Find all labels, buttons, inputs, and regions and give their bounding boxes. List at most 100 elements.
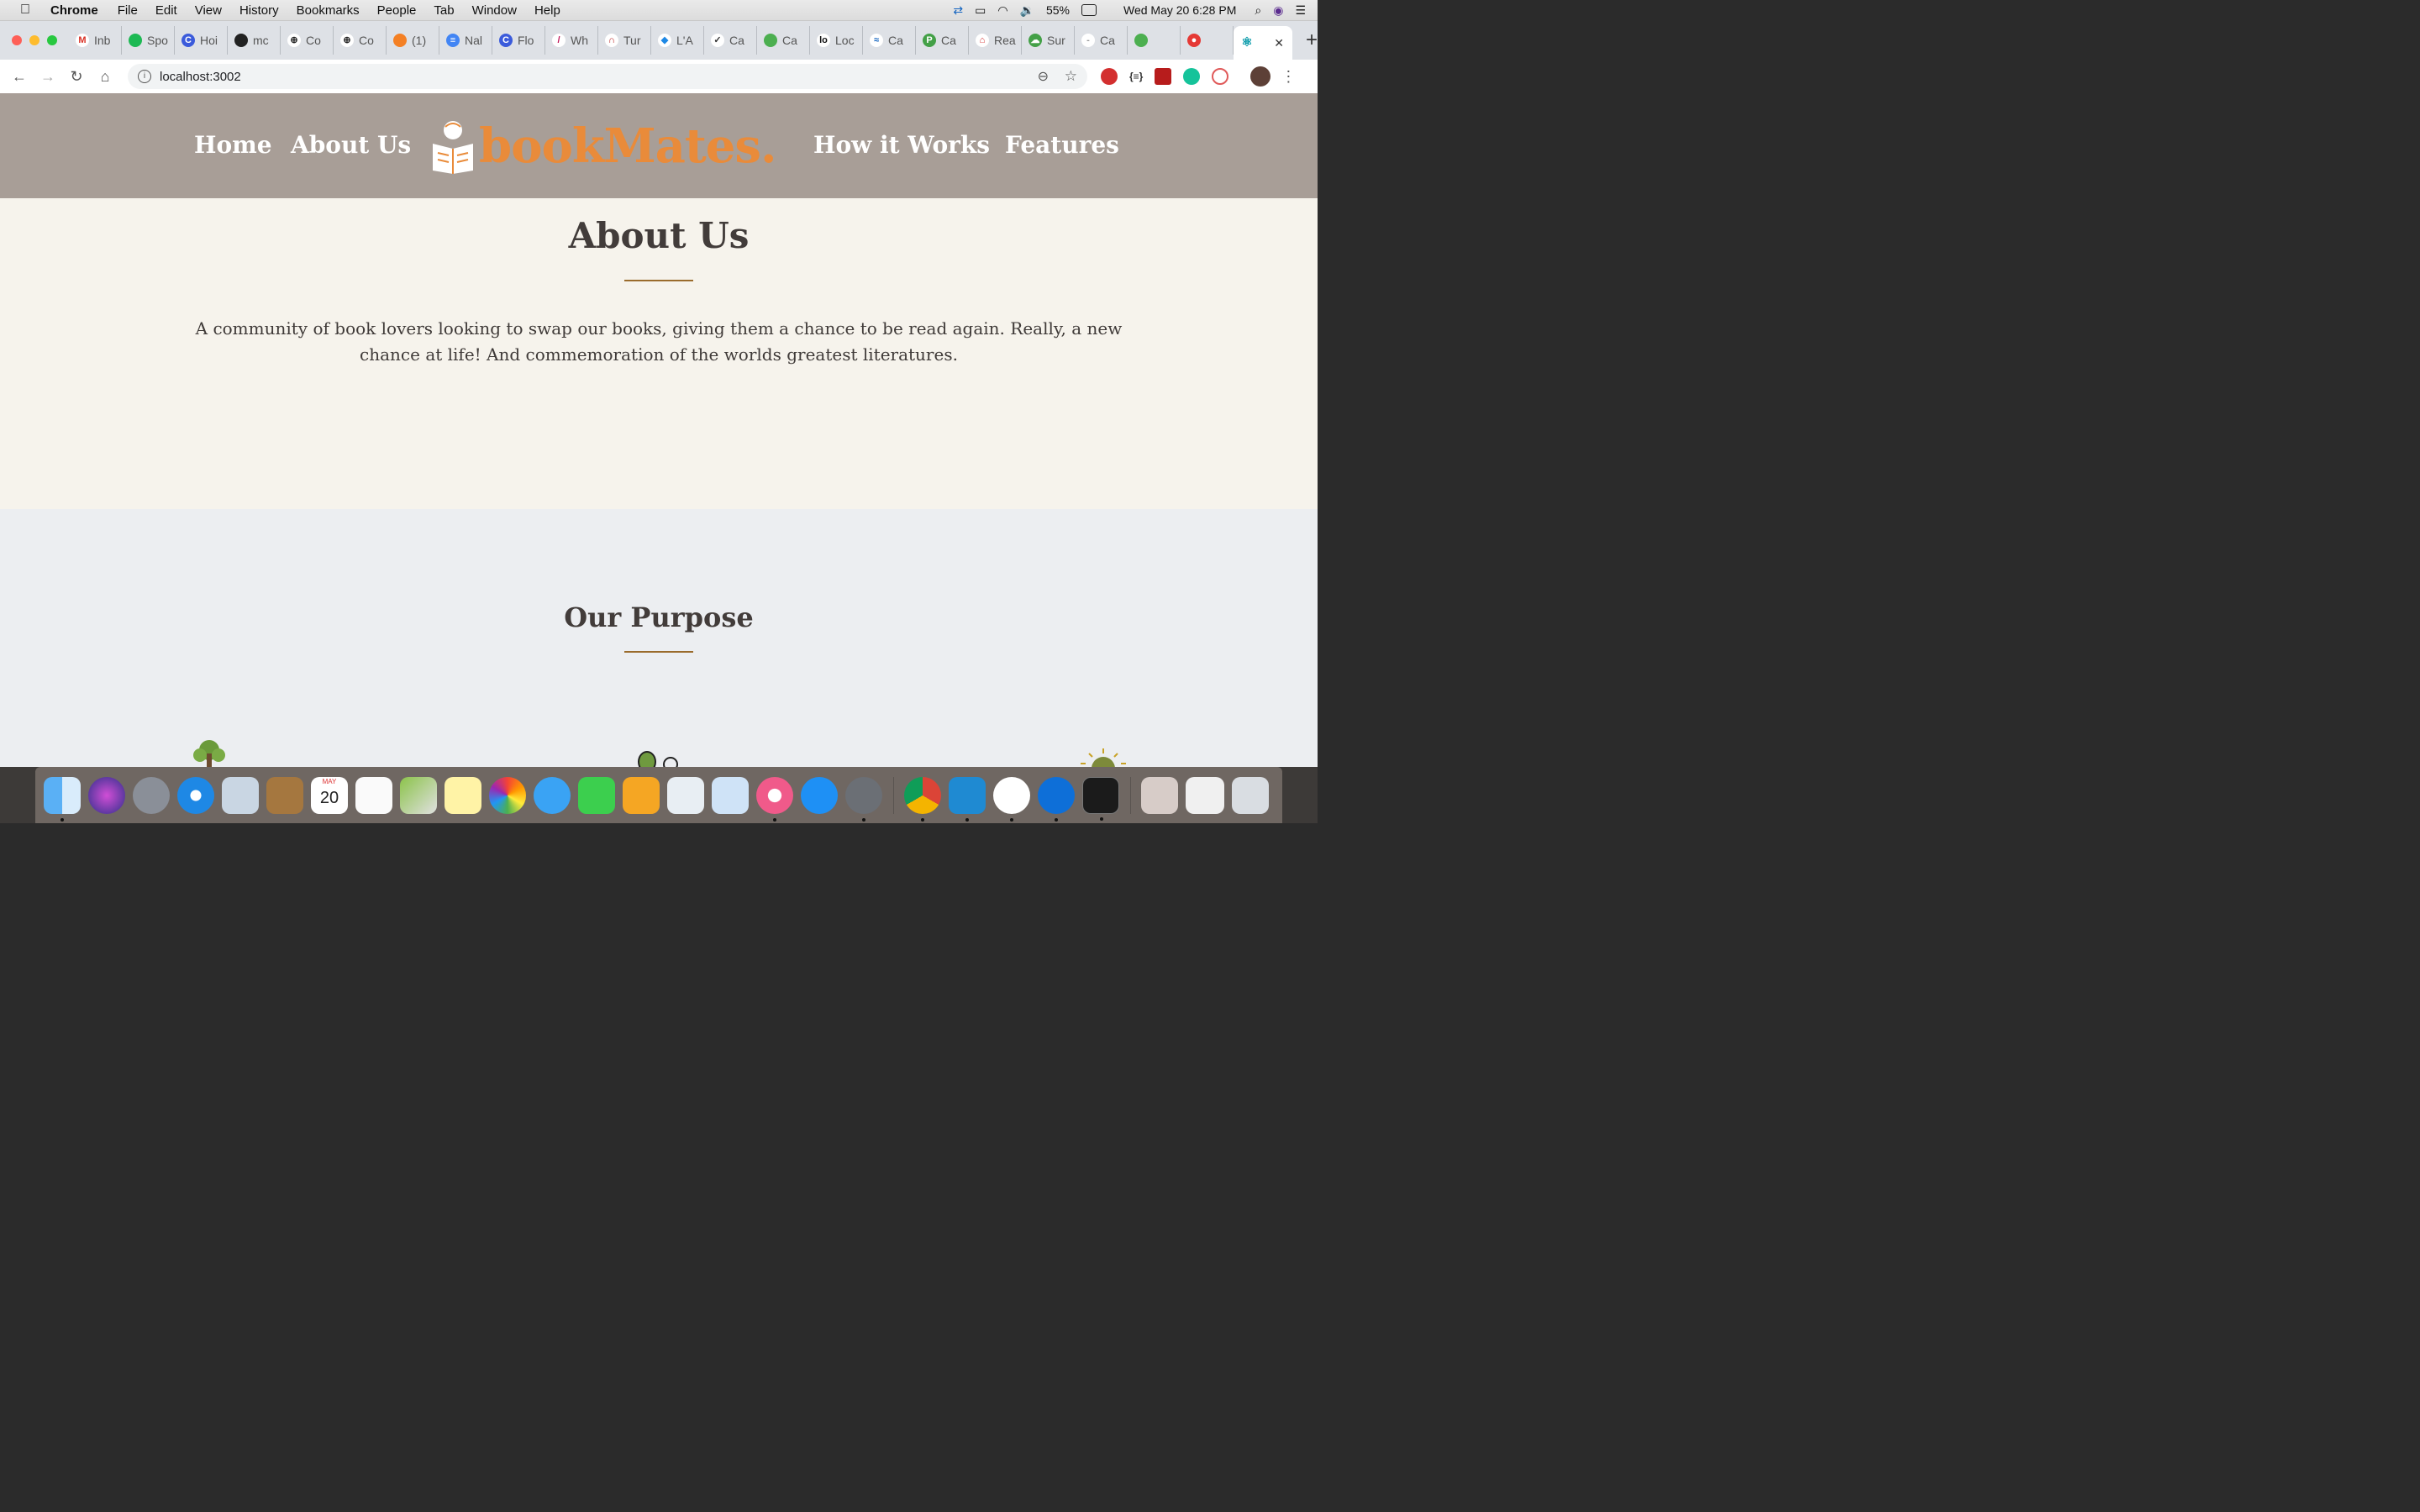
tab-18[interactable]: ☁ Sur [1022, 26, 1075, 55]
menu-help[interactable]: Help [534, 3, 560, 18]
battery-percent[interactable]: 55% [1046, 3, 1070, 17]
clock[interactable]: Wed May 20 6:28 PM [1123, 3, 1236, 17]
close-tab-icon[interactable]: ✕ [1274, 36, 1284, 50]
json-extension-icon[interactable]: {≡} [1129, 71, 1143, 82]
nav-how-it-works[interactable]: How it Works [813, 131, 990, 159]
facetime-icon[interactable] [578, 776, 615, 814]
menu-window[interactable]: Window [472, 3, 517, 18]
tab-20[interactable] [1128, 26, 1181, 55]
tab-label: Co [359, 34, 374, 47]
messages-icon[interactable] [534, 776, 571, 814]
apple-icon[interactable]:  [0, 3, 50, 18]
profile-avatar[interactable] [1250, 66, 1271, 87]
tab-label: Ca [782, 34, 797, 47]
tab-11[interactable]: ◆ L'A [651, 26, 704, 55]
tab-13[interactable]: Ca [757, 26, 810, 55]
bookmark-star-icon[interactable]: ☆ [1065, 68, 1077, 85]
pages-icon[interactable] [623, 776, 660, 814]
wifi-icon[interactable]: ◠ [997, 3, 1007, 18]
minimize-window-button[interactable] [29, 35, 39, 45]
calendar-icon[interactable]: MAY 20 [311, 776, 348, 814]
notification-center-icon[interactable]: ☰ [1295, 3, 1306, 18]
back-button[interactable]: ← [5, 68, 34, 86]
url-text[interactable]: localhost:3002 [160, 70, 241, 84]
siri-icon[interactable] [88, 776, 125, 814]
nav-about-us[interactable]: About Us [291, 131, 411, 159]
new-tab-button[interactable]: + [1306, 29, 1318, 52]
menu-view[interactable]: View [195, 3, 222, 18]
teamviewer-status-icon[interactable]: ⇄ [953, 3, 963, 18]
chrome-menu-icon[interactable]: ⋮ [1281, 68, 1296, 86]
tab-21[interactable]: ● [1181, 26, 1234, 55]
battery-icon[interactable] [1081, 4, 1097, 16]
address-bar[interactable]: i localhost:3002 ⊖ ☆ [128, 64, 1087, 89]
tab-3[interactable]: mc [228, 26, 281, 55]
menu-app-name[interactable]: Chrome [50, 3, 98, 18]
reload-button[interactable]: ↻ [62, 68, 91, 86]
menu-people[interactable]: People [377, 3, 417, 18]
notes-icon[interactable] [445, 776, 481, 814]
tab-active-localhost[interactable]: ⚛ ✕ [1234, 26, 1292, 60]
tab-4[interactable]: ⊕ Co [281, 26, 334, 55]
forward-button[interactable]: → [34, 68, 62, 86]
downloads-stack-icon[interactable] [1186, 776, 1224, 814]
tab-9[interactable]: / Wh [545, 26, 598, 55]
dock-separator [893, 776, 894, 814]
tab-5[interactable]: ⊕ Co [334, 26, 387, 55]
lastpass-extension-icon[interactable] [1212, 68, 1229, 85]
tab-12[interactable]: ✓ Ca [704, 26, 757, 55]
mail-icon[interactable] [222, 776, 259, 814]
nav-features[interactable]: Features [1005, 131, 1119, 159]
airplay-icon[interactable]: ▭ [975, 3, 986, 18]
teamviewer-icon[interactable] [1038, 776, 1075, 822]
menu-history[interactable]: History [239, 3, 279, 18]
vscode-icon[interactable] [949, 776, 986, 822]
tab-15[interactable]: ≈ Ca [863, 26, 916, 55]
slack-icon[interactable] [993, 776, 1030, 822]
launchpad-icon[interactable] [133, 776, 170, 814]
chrome-icon[interactable] [904, 776, 941, 822]
user-photo-icon[interactable] [1141, 776, 1178, 814]
grammarly-icon[interactable] [1183, 68, 1201, 85]
tab-6[interactable]: (1) [387, 26, 439, 55]
menu-file[interactable]: File [118, 3, 138, 18]
tab-7[interactable]: ≡ Nal [439, 26, 492, 55]
finder-icon[interactable] [44, 776, 81, 822]
tab-14[interactable]: lo Loc [810, 26, 863, 55]
reminders-icon[interactable] [355, 776, 392, 814]
spotlight-icon[interactable]: ⌕ [1255, 3, 1261, 18]
siri-icon[interactable]: ◉ [1273, 3, 1283, 18]
info-icon[interactable]: i [138, 70, 151, 83]
zoom-window-button[interactable] [47, 35, 57, 45]
tab-10[interactable]: ∩ Tur [598, 26, 651, 55]
zoom-icon[interactable]: ⊖ [1038, 68, 1049, 85]
trash-icon[interactable] [1232, 776, 1269, 814]
nav-home[interactable]: Home [194, 131, 272, 159]
keynote-icon[interactable] [712, 776, 749, 814]
tab-8[interactable]: C Flo [492, 26, 545, 55]
terminal-icon[interactable] [1082, 776, 1119, 821]
close-window-button[interactable] [12, 35, 22, 45]
system-preferences-icon[interactable] [845, 776, 882, 822]
menu-edit[interactable]: Edit [155, 3, 177, 18]
home-button[interactable]: ⌂ [91, 68, 119, 86]
maps-icon[interactable] [400, 776, 437, 814]
tab-19[interactable]: - Ca [1075, 26, 1128, 55]
contacts-icon[interactable] [266, 776, 303, 814]
menu-tab[interactable]: Tab [434, 3, 454, 18]
app-store-icon[interactable] [801, 776, 838, 814]
bookmates-logo[interactable]: bookMates. [430, 118, 776, 174]
tab-17[interactable]: ⌂ Rea [969, 26, 1022, 55]
menu-bookmarks[interactable]: Bookmarks [297, 3, 360, 18]
numbers-icon[interactable] [667, 776, 704, 814]
tab-2[interactable]: C Hoi [175, 26, 228, 55]
screenshot-extension-icon[interactable] [1155, 68, 1172, 85]
volume-icon[interactable]: 🔉 [1020, 3, 1034, 18]
photos-icon[interactable] [489, 776, 526, 814]
tab-16[interactable]: P Ca [916, 26, 969, 55]
adblock-extension-icon[interactable] [1101, 68, 1118, 85]
tab-1[interactable]: Spo [122, 26, 175, 55]
safari-icon[interactable] [177, 776, 214, 814]
itunes-icon[interactable] [756, 776, 793, 822]
tab-0[interactable]: M Inb [69, 26, 122, 55]
